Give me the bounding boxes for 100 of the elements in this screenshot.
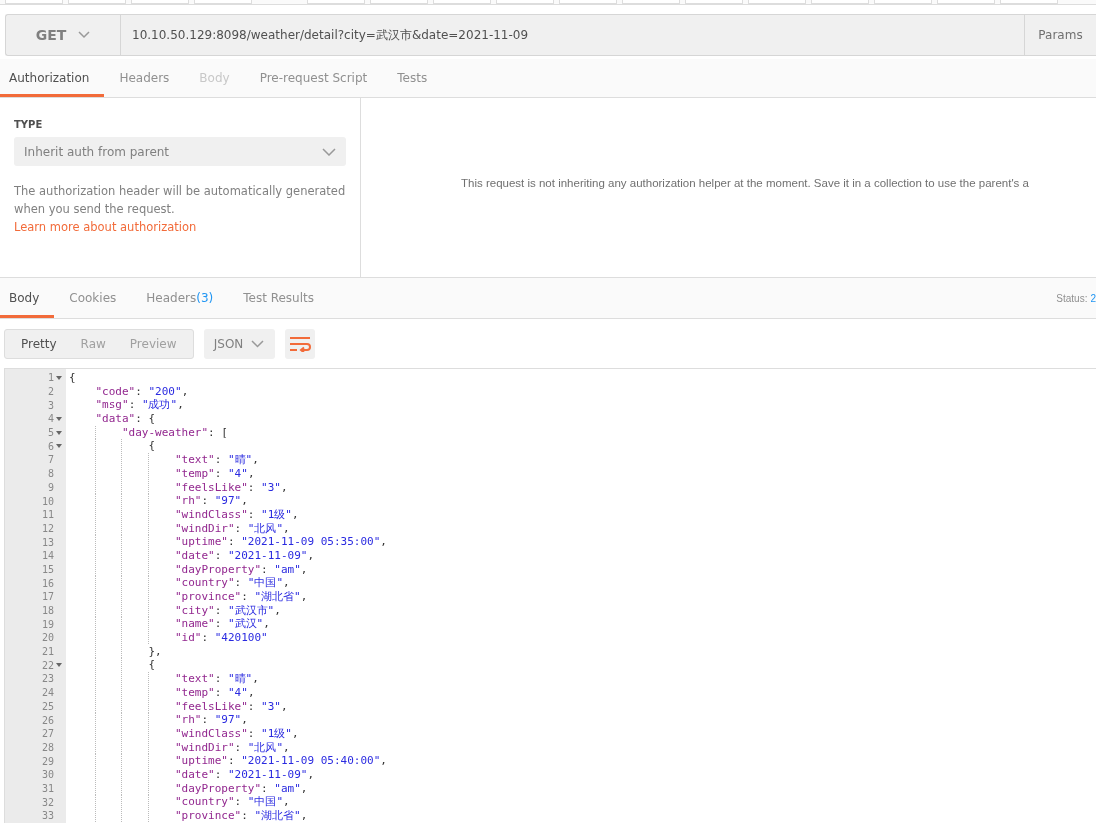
code-line: { <box>66 658 156 673</box>
line-number: 17 <box>41 591 54 603</box>
wrap-lines-icon <box>288 336 311 352</box>
request-tab[interactable] <box>496 0 554 4</box>
request-tab[interactable]: Tests <box>388 59 443 97</box>
request-tab[interactable] <box>5 0 63 4</box>
line-number: 12 <box>41 522 54 534</box>
view-mode-tab[interactable]: Preview <box>117 330 189 358</box>
code-line: "temp": "4", <box>66 685 255 700</box>
code-line: "uptime": "2021-11-09 05:40:00", <box>66 754 387 768</box>
line-number: 20 <box>41 632 54 644</box>
line-number: 28 <box>41 741 54 753</box>
line-number: 10 <box>41 495 54 507</box>
request-tab[interactable] <box>874 0 932 4</box>
line-number: 9 <box>47 481 54 493</box>
response-tab[interactable]: Headers(3) <box>137 278 229 318</box>
code-line: "windClass": "1级", <box>66 726 299 741</box>
request-tab[interactable] <box>811 0 869 4</box>
request-tab[interactable] <box>194 0 252 4</box>
response-tab[interactable]: Test Results <box>234 278 329 318</box>
line-number: 24 <box>41 687 54 699</box>
line-number: 16 <box>41 577 54 589</box>
code-line: "uptime": "2021-11-09 05:35:00", <box>66 535 387 549</box>
line-number: 30 <box>41 769 54 781</box>
code-line: "name": "武汉", <box>66 617 270 632</box>
chevron-down-icon <box>251 340 265 348</box>
line-number: 26 <box>41 714 54 726</box>
code-line: "date": "2021-11-09", <box>66 767 315 782</box>
code-line: "windDir": "北风", <box>66 521 290 536</box>
line-number: 5 <box>47 427 54 439</box>
learn-more-link[interactable]: Learn more about authorization <box>14 220 197 234</box>
code-line: "feelsLike": "3", <box>66 699 288 714</box>
line-number: 31 <box>41 782 54 794</box>
code-line: "temp": "4", <box>66 466 255 481</box>
request-tab[interactable] <box>559 0 617 4</box>
line-number: 7 <box>47 454 54 466</box>
line-number: 18 <box>41 605 54 617</box>
fold-caret-icon[interactable] <box>56 663 62 668</box>
line-number: 2 <box>47 386 54 398</box>
code-line: "id": "420100" <box>66 631 268 645</box>
fold-caret-icon[interactable] <box>56 375 62 380</box>
view-mode-tab[interactable]: Pretty <box>9 330 69 358</box>
line-number: 11 <box>41 509 54 521</box>
request-tab[interactable] <box>68 0 126 4</box>
line-number: 3 <box>47 399 54 411</box>
line-number: 1 <box>47 372 54 384</box>
fold-caret-icon[interactable] <box>56 430 62 435</box>
line-number: 23 <box>41 673 54 685</box>
request-tab[interactable] <box>307 0 365 4</box>
wrap-lines-button[interactable] <box>284 329 315 359</box>
response-tab[interactable]: Body <box>0 278 55 318</box>
format-dropdown[interactable]: JSON <box>203 329 275 359</box>
line-number: 25 <box>41 700 54 712</box>
code-line: "province": "湖北省", <box>66 809 308 823</box>
auth-type-dropdown[interactable]: Inherit auth from parent <box>14 137 346 166</box>
code-line: "code": "200", <box>94 384 189 399</box>
code-line: "feelsLike": "3", <box>66 480 288 495</box>
line-number: 8 <box>47 468 54 480</box>
line-number: 22 <box>41 659 54 671</box>
code-line: "country": "中国", <box>66 795 290 809</box>
line-number: 6 <box>47 440 54 452</box>
code-line: "dayProperty": "am", <box>66 562 308 577</box>
code-line: { <box>68 371 76 385</box>
request-tab[interactable] <box>131 0 189 4</box>
view-mode-tab[interactable]: Raw <box>68 330 118 358</box>
fold-caret-icon[interactable] <box>56 416 62 421</box>
line-number: 19 <box>41 618 54 630</box>
code-line: "windDir": "北风", <box>66 740 290 755</box>
response-tab[interactable]: Cookies <box>60 278 132 318</box>
request-tab[interactable]: Headers <box>110 59 185 97</box>
request-tab[interactable] <box>937 0 995 4</box>
chevron-down-icon <box>322 147 336 156</box>
request-tab[interactable]: Authorization <box>0 59 105 97</box>
code-line: "msg": "成功", <box>94 398 184 413</box>
code-line: "text": "晴", <box>66 453 259 467</box>
auth-message: This request is not inheriting any authorization helper at the moment. Save it in a collection to use the parent's a <box>461 176 1029 189</box>
code-line: "province": "湖北省", <box>66 590 308 604</box>
fold-caret-icon[interactable] <box>56 444 62 449</box>
request-tab[interactable] <box>685 0 743 4</box>
status-label: Status: <box>1056 292 1088 304</box>
request-tab[interactable] <box>433 0 491 4</box>
line-number: 21 <box>41 646 54 658</box>
request-tab[interactable] <box>1000 0 1058 4</box>
request-tab[interactable] <box>622 0 680 4</box>
code-line: "rh": "97", <box>66 494 248 508</box>
status-value: 2 <box>1090 292 1096 304</box>
request-tab[interactable]: Pre-request Script <box>250 59 383 97</box>
line-number: 27 <box>41 728 54 740</box>
code-line: "text": "晴", <box>66 672 259 686</box>
line-number: 29 <box>41 755 54 767</box>
type-label: TYPE <box>14 119 44 130</box>
request-tab[interactable] <box>370 0 428 4</box>
code-line: "data": { <box>94 412 156 426</box>
code-line: "windClass": "1级", <box>66 507 299 522</box>
help-text: The authorization header will be automatically generated when you send the request. Learn more about authorization <box>14 183 346 236</box>
line-number: 4 <box>47 413 54 425</box>
code-line: { <box>66 439 156 454</box>
line-number: 15 <box>41 563 54 575</box>
request-tab[interactable] <box>748 0 806 4</box>
code-line: "country": "中国", <box>66 576 290 590</box>
